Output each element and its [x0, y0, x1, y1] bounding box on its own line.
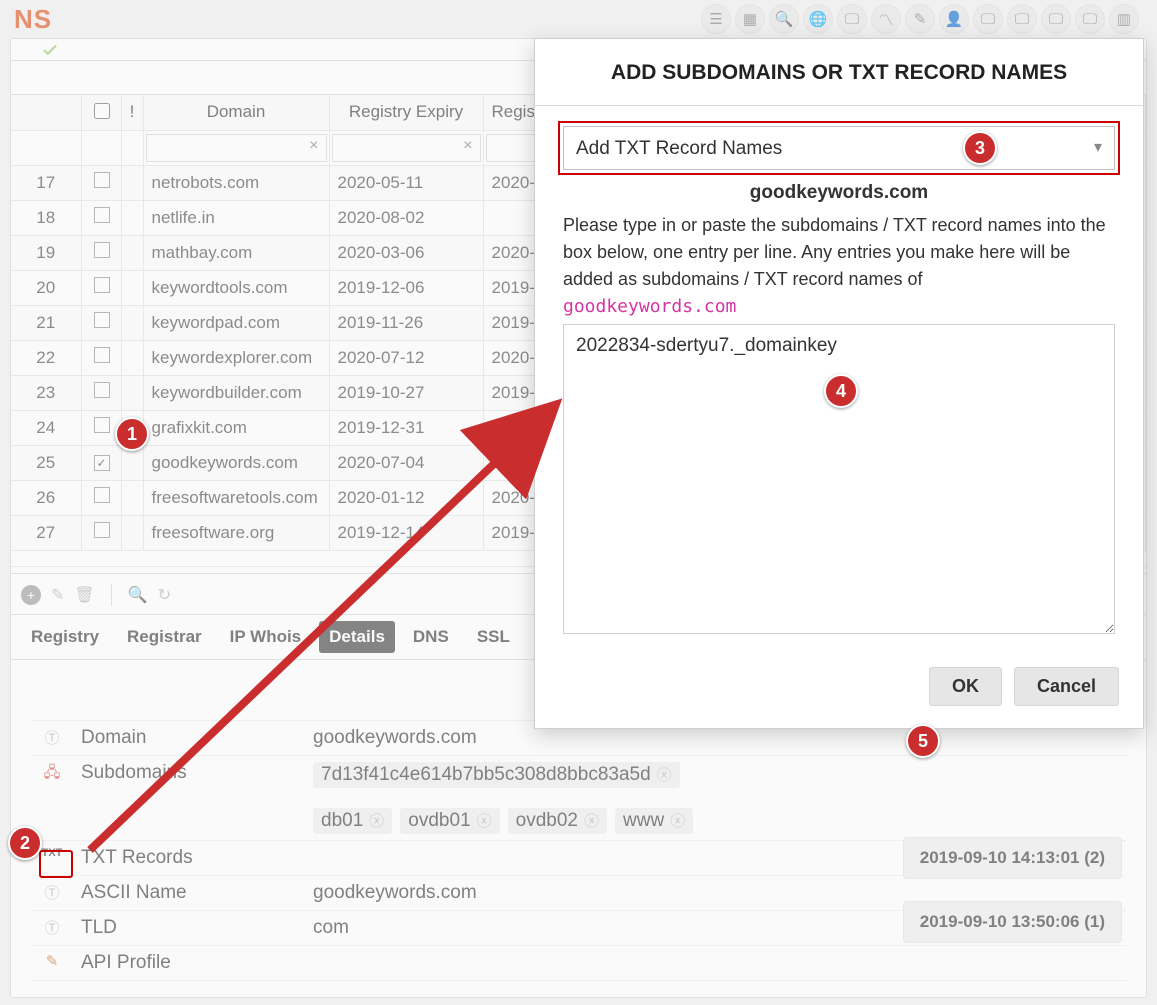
cancel-button[interactable]: Cancel [1014, 667, 1119, 706]
ok-button[interactable]: OK [929, 667, 1002, 706]
records-textarea[interactable]: 2022834-sdertyu7._domainkey [563, 324, 1115, 634]
modal-help-text: Please type in or paste the subdomains /… [563, 210, 1115, 324]
overlay: ADD SUBDOMAINS OR TXT RECORD NAMES Add T… [0, 0, 1157, 1005]
modal-subject: goodkeywords.com [563, 170, 1115, 210]
callout-5: 5 [906, 724, 940, 758]
callout-2: 2 [8, 826, 42, 860]
callout-4: 4 [824, 374, 858, 408]
callout-3: 3 [963, 131, 997, 165]
annotation-box-txt [39, 850, 73, 878]
record-type-select-wrap: Add TXT Record Names [563, 126, 1115, 170]
record-type-select[interactable]: Add TXT Record Names [564, 127, 1114, 169]
modal-title: ADD SUBDOMAINS OR TXT RECORD NAMES [535, 39, 1143, 106]
callout-1: 1 [115, 417, 149, 451]
